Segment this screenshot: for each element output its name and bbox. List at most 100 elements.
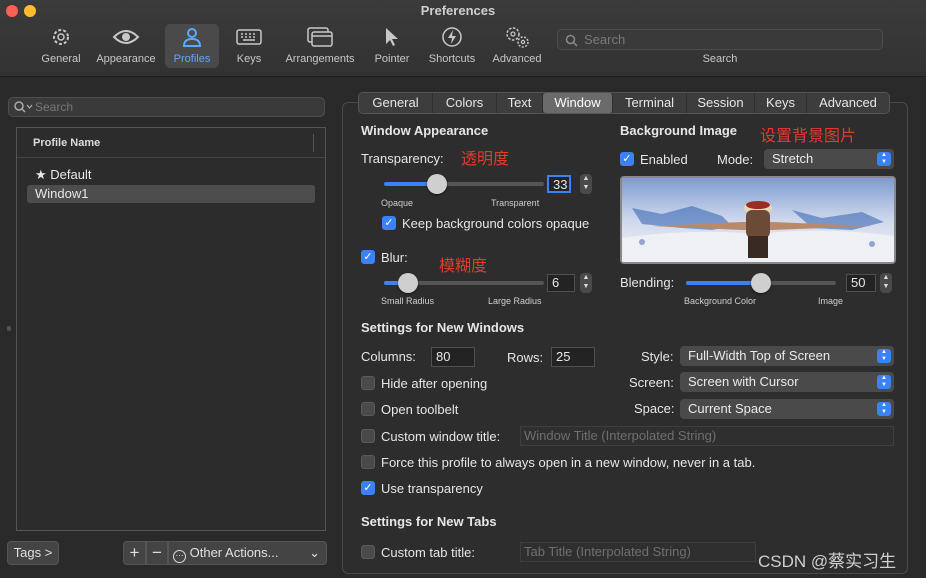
tab-keys[interactable]: Keys	[755, 93, 807, 113]
transparency-max-label: Transparent	[491, 198, 540, 208]
profile-row-window1[interactable]: Window1	[27, 185, 315, 203]
search-icon	[565, 33, 578, 52]
keep-bg-opaque-checkbox[interactable]: ✓	[382, 216, 396, 230]
screen-select[interactable]: Screen with Cursor ▲ ▼	[680, 372, 894, 392]
rows-label: Rows:	[507, 350, 544, 365]
tab-colors[interactable]: Colors	[433, 93, 497, 113]
custom-window-title-checkbox[interactable]	[361, 429, 375, 443]
transparency-value-field[interactable]: 33	[547, 175, 571, 193]
background-image-heading: Background Image	[620, 123, 738, 138]
blending-min-label: Background Color	[684, 296, 757, 306]
toolbar-search-label: Search	[702, 53, 738, 65]
background-preview-image	[622, 178, 894, 262]
person-icon	[165, 24, 219, 50]
profile-tabs: General Colors Text Window Terminal Sess…	[358, 92, 890, 114]
blending-value-field[interactable]: 50	[846, 274, 876, 292]
toolbar-appearance[interactable]: Appearance	[93, 24, 159, 68]
pointer-icon	[369, 24, 415, 50]
hide-after-opening-label: Hide after opening	[381, 376, 488, 391]
toolbar-search-input[interactable]: Search	[557, 29, 883, 50]
chevron-down-icon: ⌄	[309, 545, 320, 560]
star-icon: ★	[35, 167, 47, 182]
profile-settings-panel	[342, 102, 908, 574]
toolbar-general[interactable]: General	[37, 24, 85, 68]
column-divider	[313, 134, 314, 152]
force-new-window-label: Force this profile to always open in a n…	[381, 455, 756, 470]
blur-value-field[interactable]: 6	[547, 274, 575, 292]
columns-field[interactable]: 80	[431, 347, 475, 367]
window-title-input[interactable]: Window Title (Interpolated String)	[520, 426, 894, 446]
profile-row-default[interactable]: ★ Default	[27, 166, 315, 184]
new-windows-heading: Settings for New Windows	[361, 320, 525, 335]
blur-checkbox[interactable]: ✓	[361, 250, 375, 264]
background-enabled-checkbox[interactable]: ✓	[620, 152, 634, 166]
remove-profile-button[interactable]: −	[146, 541, 168, 565]
gear-icon	[37, 24, 85, 50]
screen-label: Screen:	[629, 375, 674, 390]
tab-terminal[interactable]: Terminal	[613, 93, 687, 113]
tab-session[interactable]: Session	[687, 93, 755, 113]
new-tabs-heading: Settings for New Tabs	[361, 514, 497, 529]
tab-title-input[interactable]: Tab Title (Interpolated String)	[520, 542, 756, 562]
tags-button[interactable]: Tags >	[7, 541, 59, 565]
tab-window[interactable]: Window	[543, 93, 613, 113]
blur-slider[interactable]	[384, 273, 544, 293]
window-appearance-heading: Window Appearance	[361, 123, 489, 138]
blending-slider[interactable]	[686, 273, 836, 293]
tab-general[interactable]: General	[359, 93, 433, 113]
updown-icon: ▲ ▼	[877, 152, 891, 166]
blending-stepper[interactable]: ▲ ▼	[880, 273, 892, 293]
background-enabled-label: Enabled	[640, 152, 688, 167]
blur-slider-knob[interactable]	[398, 273, 418, 293]
watermark: CSDN @蔡实习生	[758, 552, 897, 571]
eye-icon	[93, 24, 159, 50]
force-new-window-checkbox[interactable]	[361, 455, 375, 469]
mode-select[interactable]: Stretch ▲ ▼	[764, 149, 894, 169]
blur-stepper[interactable]: ▲ ▼	[580, 273, 592, 293]
transparency-slider-knob[interactable]	[427, 174, 447, 194]
blending-max-label: Image	[818, 296, 844, 306]
blur-min-label: Small Radius	[381, 296, 435, 306]
open-toolbelt-checkbox[interactable]	[361, 402, 375, 416]
hide-after-opening-checkbox[interactable]	[361, 376, 375, 390]
use-transparency-label: Use transparency	[381, 481, 483, 496]
other-actions-button[interactable]: ⋯ Other Actions... ⌄	[168, 541, 327, 565]
tab-advanced[interactable]: Advanced	[807, 93, 889, 113]
windows-icon	[281, 24, 359, 50]
updown-icon: ▲ ▼	[877, 375, 891, 389]
space-select[interactable]: Current Space ▲ ▼	[680, 399, 894, 419]
custom-tab-title-checkbox[interactable]	[361, 545, 375, 559]
toolbar-keys[interactable]: Keys	[228, 24, 270, 68]
rows-field[interactable]: 25	[551, 347, 595, 367]
toolbar-shortcuts[interactable]: Shortcuts	[423, 24, 481, 68]
more-icon: ⋯	[173, 550, 186, 563]
profile-search-input[interactable]: Search	[8, 97, 325, 117]
updown-icon: ▲ ▼	[877, 349, 891, 363]
tab-text[interactable]: Text	[497, 93, 543, 113]
toolbar-arrangements[interactable]: Arrangements	[281, 24, 359, 68]
blur-annotation: 模糊度	[439, 258, 488, 275]
blending-label: Blending:	[620, 275, 675, 290]
toolbar-pointer[interactable]: Pointer	[369, 24, 415, 68]
keep-bg-opaque-label: Keep background colors opaque	[402, 216, 590, 231]
split-handle[interactable]	[7, 326, 11, 331]
background-image-preview[interactable]	[620, 176, 896, 264]
profile-name-column-header[interactable]: Profile Name	[17, 128, 325, 158]
add-profile-button[interactable]: +	[123, 541, 146, 565]
space-label: Space:	[634, 401, 675, 416]
use-transparency-checkbox[interactable]: ✓	[361, 481, 375, 495]
custom-tab-title-label: Custom tab title:	[381, 545, 475, 560]
style-label: Style:	[641, 349, 674, 364]
toolbar-profiles[interactable]: Profiles	[165, 24, 219, 68]
toolbar-advanced[interactable]: Advanced	[487, 24, 547, 68]
transparency-min-label: Opaque	[381, 198, 414, 208]
toolbar: Preferences General Appearance Profiles …	[0, 0, 926, 77]
keyboard-icon	[228, 24, 270, 50]
style-select[interactable]: Full-Width Top of Screen ▲ ▼	[680, 346, 894, 366]
transparency-stepper[interactable]: ▲ ▼	[580, 174, 592, 194]
blending-slider-knob[interactable]	[751, 273, 771, 293]
window-title: Preferences	[420, 3, 496, 18]
custom-window-title-label: Custom window title:	[381, 429, 501, 444]
blending-slider-fill	[686, 281, 761, 285]
transparency-slider[interactable]	[384, 174, 544, 194]
